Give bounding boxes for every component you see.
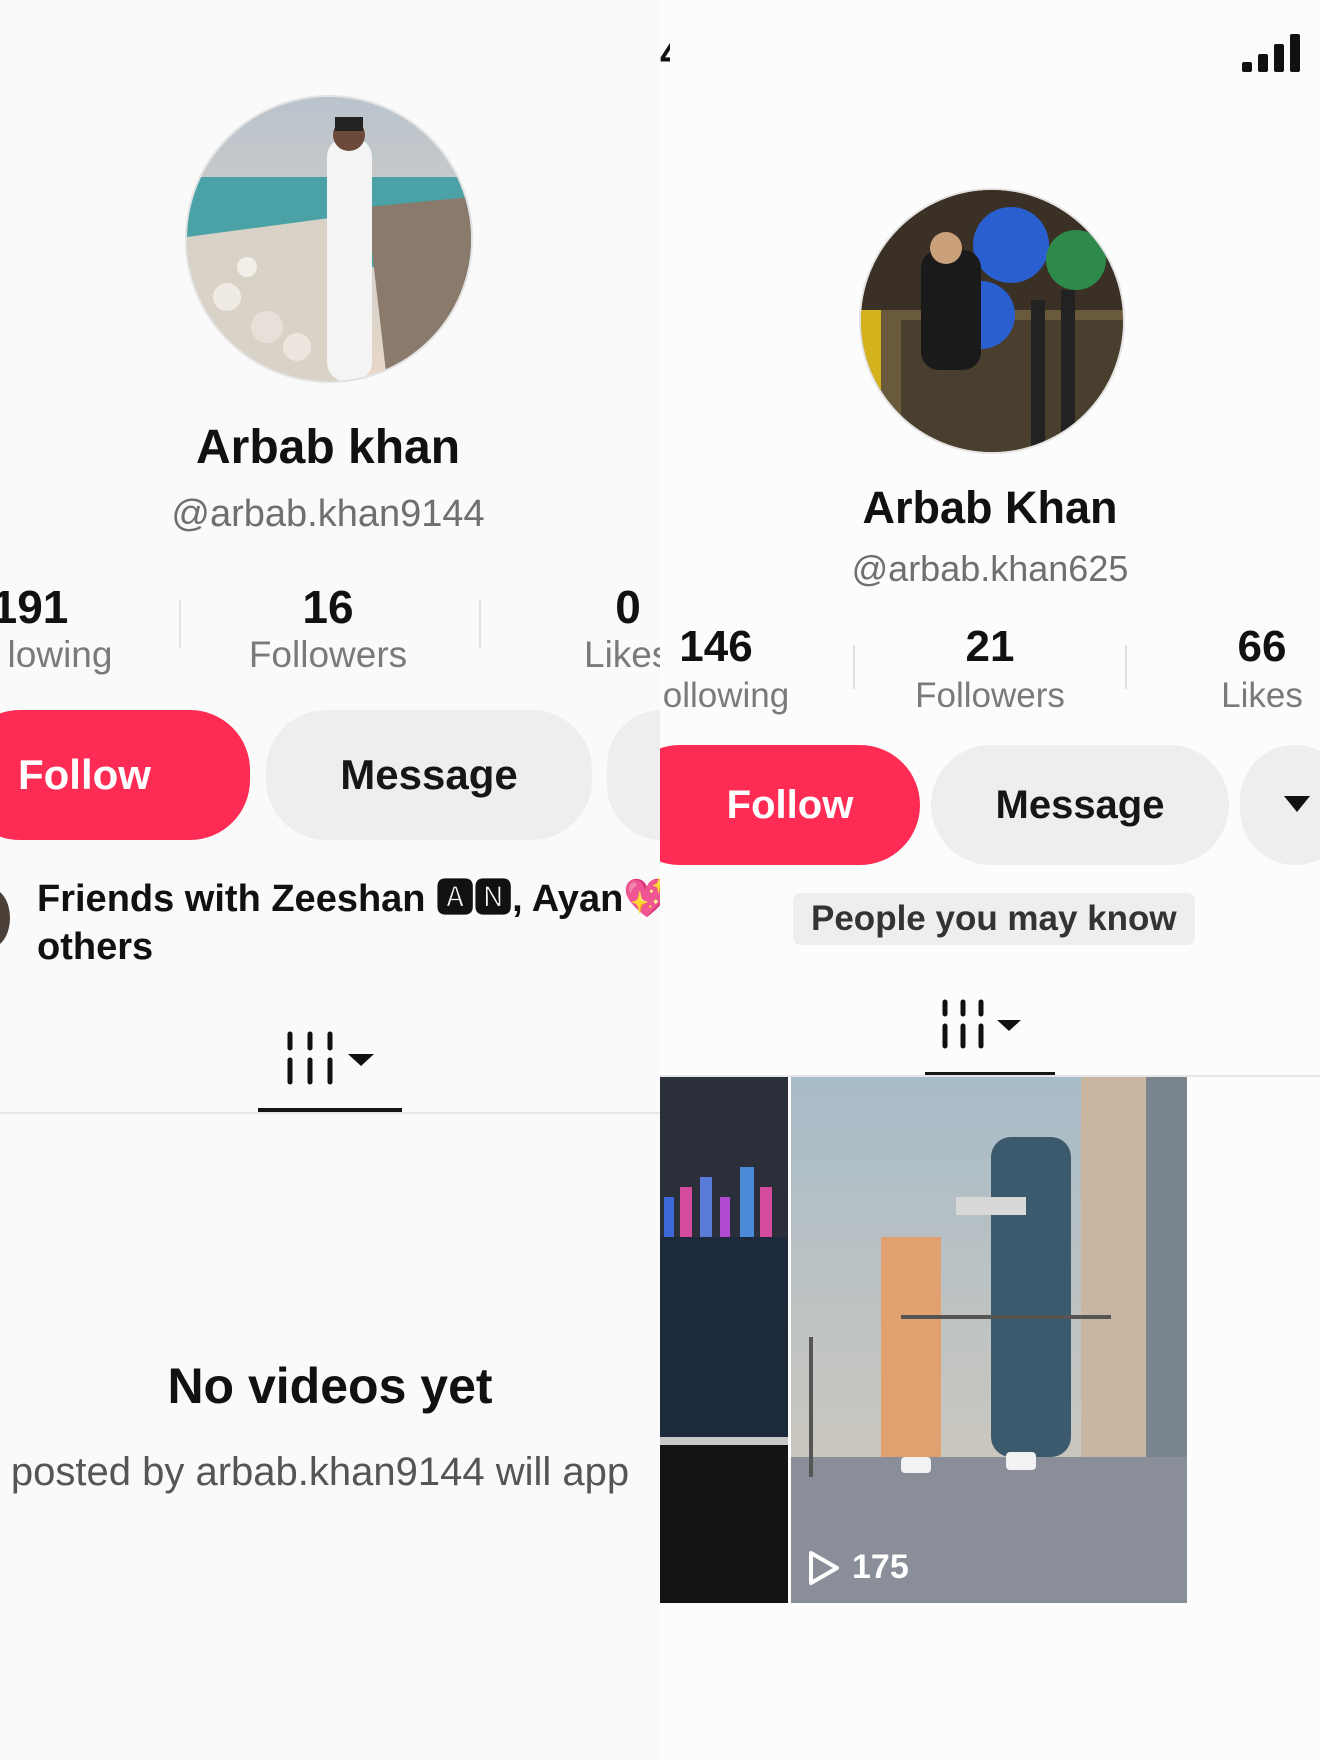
follow-button[interactable]: Follow (660, 745, 920, 865)
following-label[interactable]: lowing (8, 634, 113, 676)
follow-button-label: Follow (18, 751, 151, 798)
display-name: Arbab khan (195, 421, 461, 474)
video-view-count: 175 (808, 1548, 909, 1587)
profile-panel-right: 4 Arbab Khan @arbab.khan625 146 ollowing… (660, 0, 1320, 1760)
stat-divider (179, 600, 181, 648)
likes-count: 66 (1237, 622, 1287, 671)
profile-panel-left: Arbab khan @arbab.khan9144 191 lowing 16… (0, 0, 660, 1760)
profile-avatar[interactable] (859, 188, 1125, 454)
mutual-friends-line2: others (37, 926, 154, 968)
display-name: Arbab Khan (862, 482, 1118, 533)
likes-count: 0 (615, 581, 641, 633)
more-options-button[interactable] (607, 710, 660, 840)
videos-grid-icon (287, 1031, 374, 1085)
follow-button-label: Follow (726, 782, 854, 827)
followers-count: 21 (965, 622, 1015, 671)
likes-label: Likes (584, 634, 660, 675)
play-icon (809, 1550, 839, 1585)
empty-state-subtitle: posted by arbab.khan9144 will app (10, 1450, 630, 1494)
video-view-count-value: 175 (852, 1548, 909, 1586)
message-button-label: Message (340, 751, 518, 798)
tab-divider (0, 1112, 660, 1114)
stat-divider (1125, 645, 1127, 689)
following-count: 191 (0, 581, 69, 633)
followers-label[interactable]: Followers (249, 634, 407, 676)
message-button[interactable]: Message (931, 745, 1229, 865)
message-button-label: Message (995, 782, 1165, 827)
caret-down-icon (348, 1054, 374, 1066)
videos-tab[interactable] (258, 1025, 398, 1115)
videos-tab[interactable] (925, 990, 1055, 1070)
people-you-may-know-badge: People you may know (793, 893, 1195, 945)
followers-count: 16 (302, 581, 354, 633)
message-button[interactable]: Message (266, 710, 592, 840)
videos-grid-icon (942, 999, 1021, 1049)
followers-label[interactable]: Followers (915, 676, 1065, 716)
mutual-friends-line1: Friends with Zeeshan 🅰🅽, Ayan💖 (37, 878, 660, 920)
status-time-fragment: 4 (660, 32, 670, 77)
mutual-friends-text[interactable]: Friends with Zeeshan 🅰🅽, Ayan💖 others (37, 875, 660, 971)
caret-down-icon (1284, 796, 1310, 812)
video-thumbnail[interactable] (791, 1077, 1187, 1603)
follow-button[interactable]: Follow (0, 710, 250, 840)
username: @arbab.khan625 (851, 548, 1129, 589)
following-count: 146 (679, 622, 753, 671)
profile-avatar[interactable] (185, 95, 473, 383)
stat-divider (479, 600, 481, 648)
username: @arbab.khan9144 (171, 493, 485, 535)
caret-down-icon (997, 1020, 1021, 1031)
following-label[interactable]: ollowing (663, 676, 789, 716)
signal-bars-icon (1242, 34, 1300, 72)
video-thumbnail[interactable] (660, 1077, 788, 1603)
empty-state-title: No videos yet (167, 1358, 493, 1414)
more-options-button[interactable] (1240, 745, 1320, 865)
mutual-friend-avatar (0, 888, 10, 948)
likes-label: Likes (1221, 676, 1303, 715)
stat-divider (853, 645, 855, 689)
